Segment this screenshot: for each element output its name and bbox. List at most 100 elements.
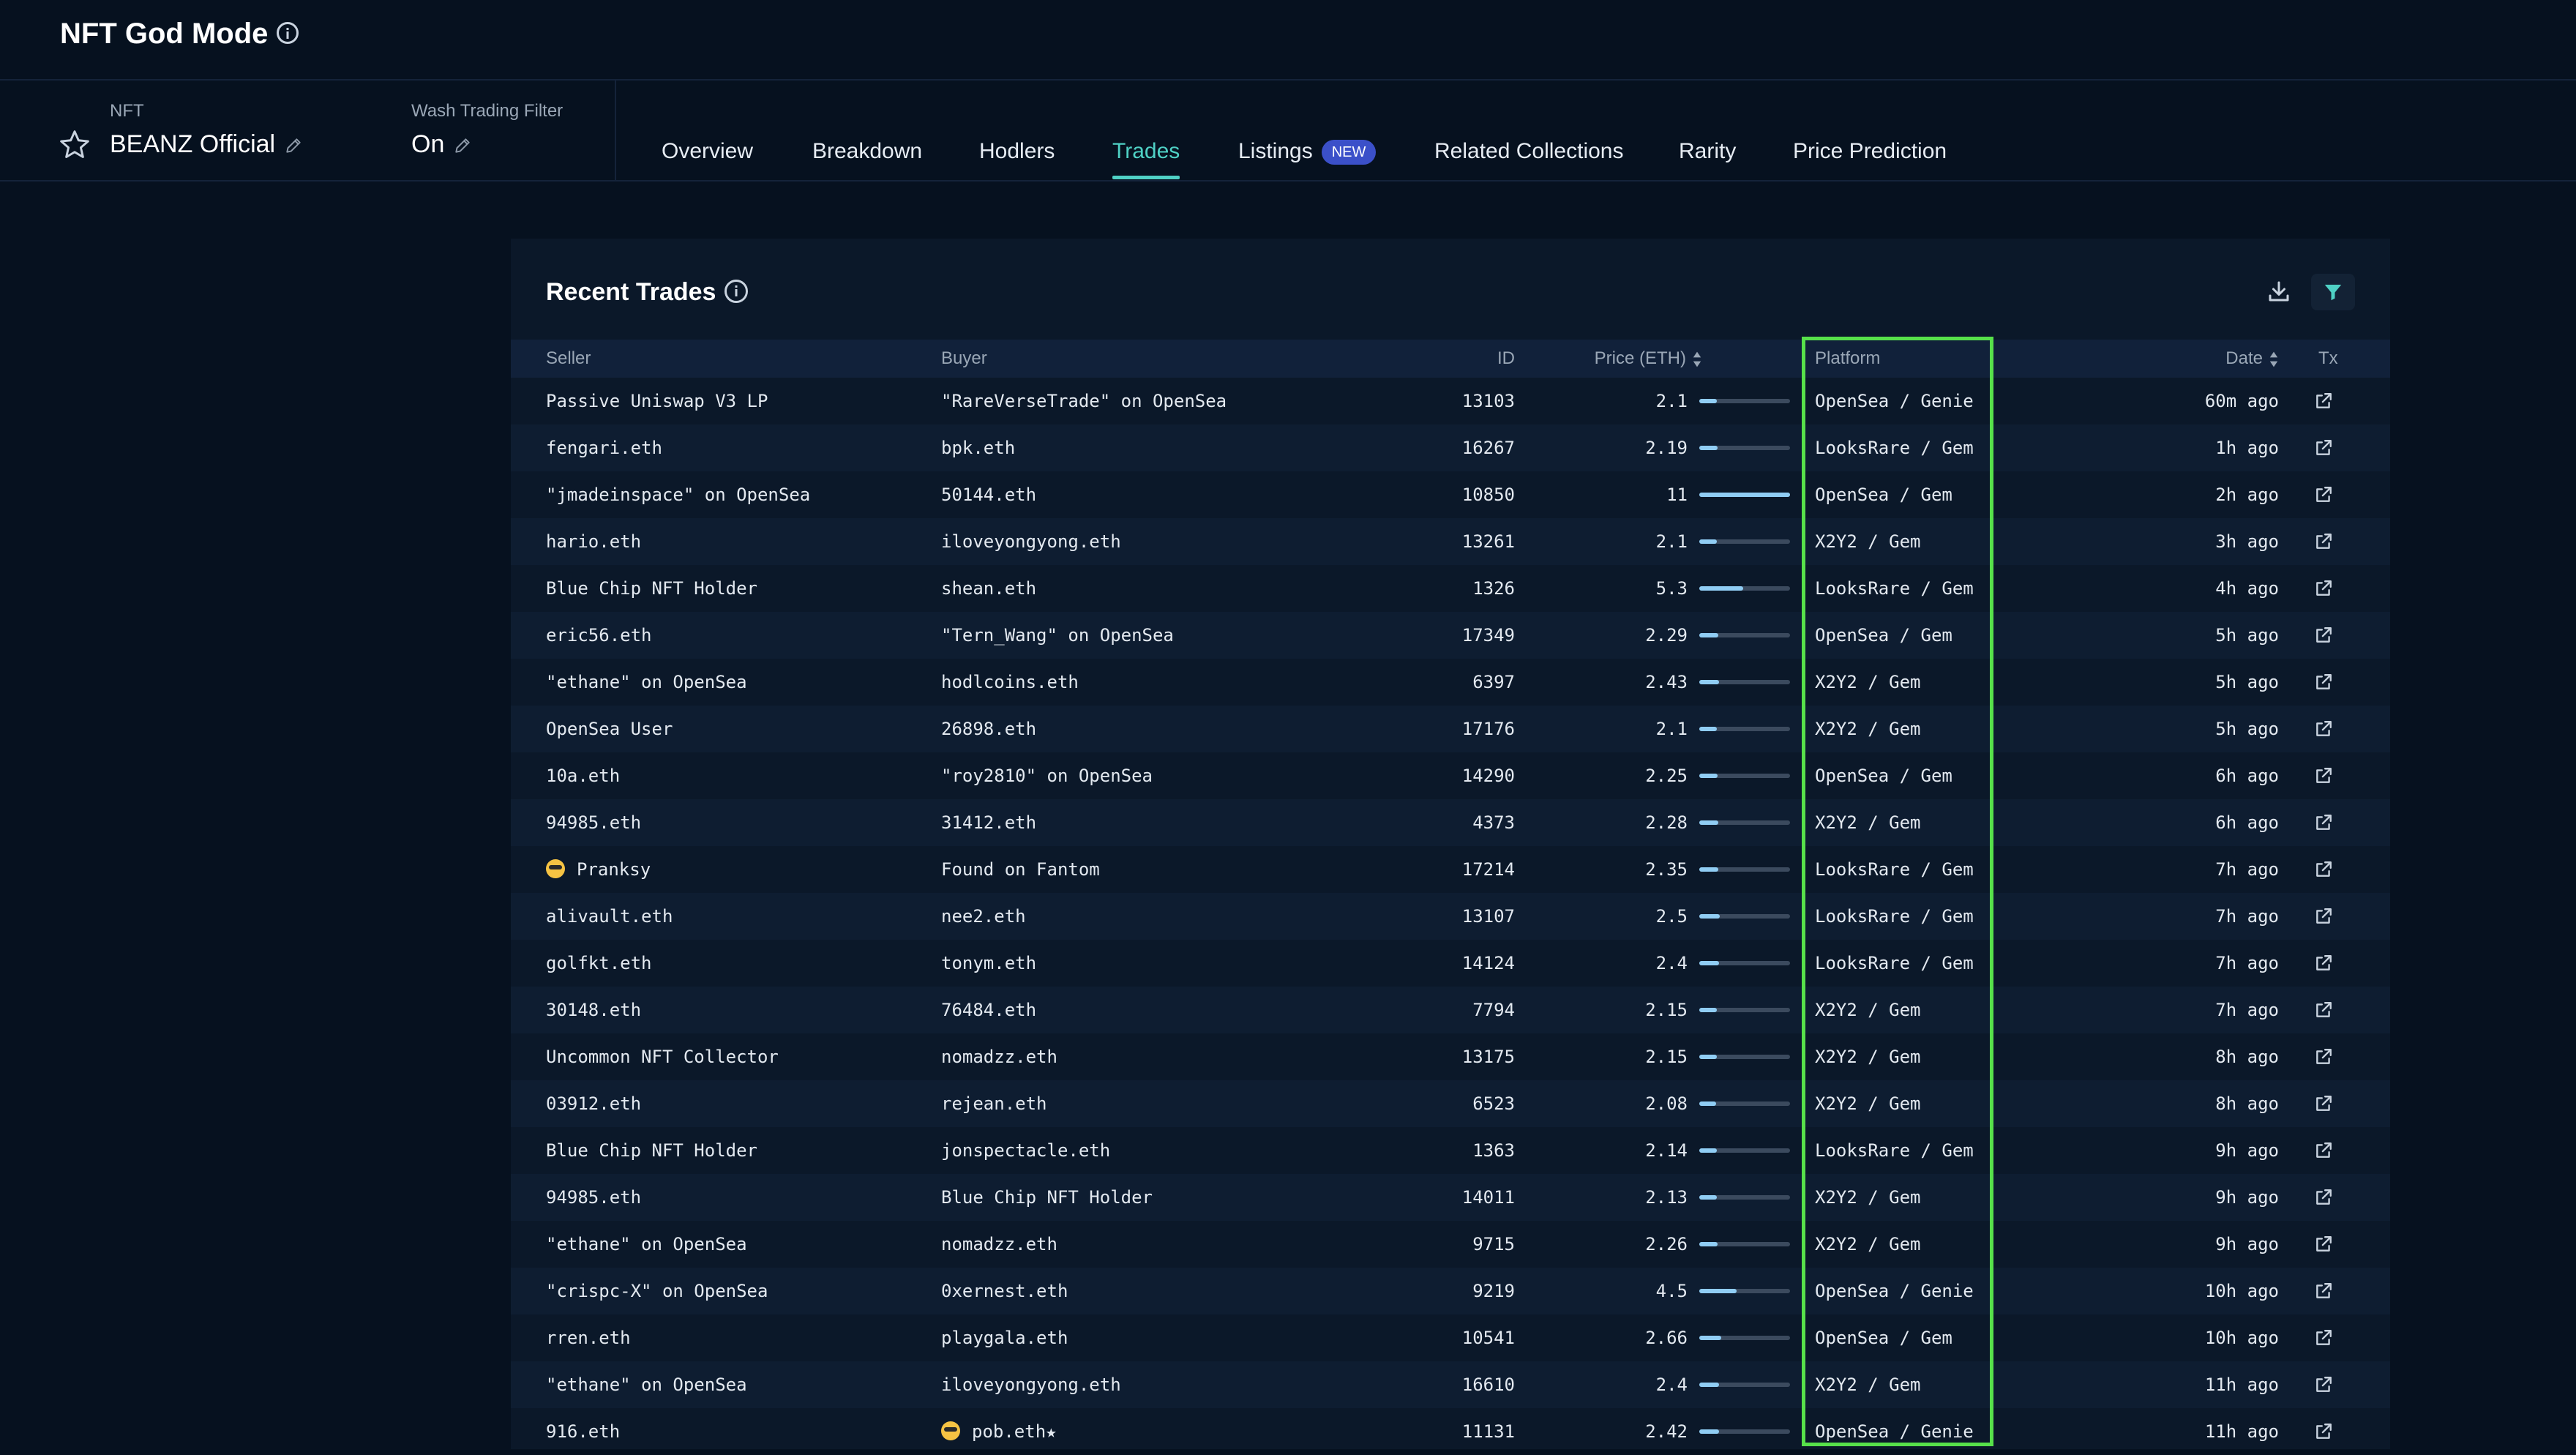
seller-cell[interactable]: OpenSea User bbox=[546, 706, 673, 752]
seller-cell[interactable]: Blue Chip NFT Holder bbox=[546, 1127, 757, 1174]
external-link-icon[interactable] bbox=[2314, 1422, 2333, 1441]
external-link-icon[interactable] bbox=[2314, 1188, 2333, 1207]
buyer-cell[interactable]: iloveyongyong.eth bbox=[941, 1361, 1121, 1408]
seller-cell[interactable]: 10a.eth bbox=[546, 752, 620, 799]
external-link-icon[interactable] bbox=[2314, 813, 2333, 832]
seller-cell[interactable]: "crispc-X" on OpenSea bbox=[546, 1268, 768, 1314]
seller-cell[interactable]: fengari.eth bbox=[546, 424, 662, 471]
token-id[interactable]: 17214 bbox=[1462, 846, 1515, 893]
seller-cell[interactable]: alivault.eth bbox=[546, 893, 673, 940]
seller-cell[interactable]: 94985.eth bbox=[546, 799, 641, 846]
external-link-icon[interactable] bbox=[2314, 860, 2333, 879]
buyer-cell[interactable]: "Tern_Wang" on OpenSea bbox=[941, 612, 1174, 659]
buyer-cell[interactable]: "RareVerseTrade" on OpenSea bbox=[941, 378, 1227, 424]
token-id[interactable]: 1363 bbox=[1472, 1127, 1515, 1174]
token-id[interactable]: 6523 bbox=[1472, 1080, 1515, 1127]
buyer-cell[interactable]: tonym.eth bbox=[941, 940, 1036, 987]
seller-cell[interactable]: eric56.eth bbox=[546, 612, 652, 659]
token-id[interactable]: 17349 bbox=[1462, 612, 1515, 659]
edit-pencil-icon[interactable] bbox=[453, 136, 472, 155]
buyer-cell[interactable]: rejean.eth bbox=[941, 1080, 1047, 1127]
external-link-icon[interactable] bbox=[2314, 579, 2333, 598]
tab-related-collections[interactable]: Related Collections bbox=[1434, 137, 1623, 166]
seller-cell[interactable]: rren.eth bbox=[546, 1314, 631, 1361]
token-id[interactable]: 17176 bbox=[1462, 706, 1515, 752]
tab-listings[interactable]: Listings NEW bbox=[1238, 137, 1377, 166]
token-id[interactable]: 1326 bbox=[1472, 565, 1515, 612]
buyer-cell[interactable]: pob.eth★ bbox=[941, 1408, 1057, 1455]
token-id[interactable]: 14011 bbox=[1462, 1174, 1515, 1221]
seller-cell[interactable]: Pranksy bbox=[546, 846, 651, 893]
external-link-icon[interactable] bbox=[2314, 673, 2333, 692]
buyer-cell[interactable]: hodlcoins.eth bbox=[941, 659, 1079, 706]
external-link-icon[interactable] bbox=[2314, 954, 2333, 973]
col-date-sort[interactable]: Date bbox=[2225, 340, 2279, 378]
external-link-icon[interactable] bbox=[2314, 485, 2333, 504]
filter-button[interactable] bbox=[2311, 274, 2355, 310]
external-link-icon[interactable] bbox=[2314, 392, 2333, 411]
token-id[interactable]: 6397 bbox=[1472, 659, 1515, 706]
token-id[interactable]: 14290 bbox=[1462, 752, 1515, 799]
external-link-icon[interactable] bbox=[2314, 626, 2333, 645]
token-id[interactable]: 7794 bbox=[1472, 987, 1515, 1033]
token-id[interactable]: 16267 bbox=[1462, 424, 1515, 471]
tab-overview[interactable]: Overview bbox=[662, 137, 753, 166]
buyer-cell[interactable]: 31412.eth bbox=[941, 799, 1036, 846]
external-link-icon[interactable] bbox=[2314, 1328, 2333, 1347]
wash-filter-toggle[interactable]: On bbox=[411, 130, 472, 159]
token-id[interactable]: 13175 bbox=[1462, 1033, 1515, 1080]
buyer-cell[interactable]: 50144.eth bbox=[941, 471, 1036, 518]
tab-breakdown[interactable]: Breakdown bbox=[812, 137, 922, 166]
buyer-cell[interactable]: jonspectacle.eth bbox=[941, 1127, 1110, 1174]
tab-price-prediction[interactable]: Price Prediction bbox=[1793, 137, 1947, 166]
buyer-cell[interactable]: bpk.eth bbox=[941, 424, 1015, 471]
seller-cell[interactable]: "ethane" on OpenSea bbox=[546, 1361, 747, 1408]
info-icon[interactable] bbox=[277, 22, 299, 45]
buyer-cell[interactable]: nomadzz.eth bbox=[941, 1033, 1057, 1080]
external-link-icon[interactable] bbox=[2314, 1000, 2333, 1020]
token-id[interactable]: 13107 bbox=[1462, 893, 1515, 940]
token-id[interactable]: 9219 bbox=[1472, 1268, 1515, 1314]
token-id[interactable]: 9715 bbox=[1472, 1221, 1515, 1268]
buyer-cell[interactable]: playgala.eth bbox=[941, 1314, 1068, 1361]
token-id[interactable]: 11131 bbox=[1462, 1408, 1515, 1455]
external-link-icon[interactable] bbox=[2314, 1235, 2333, 1254]
seller-cell[interactable]: "ethane" on OpenSea bbox=[546, 659, 747, 706]
info-icon[interactable] bbox=[724, 280, 749, 304]
external-link-icon[interactable] bbox=[2314, 438, 2333, 457]
tab-hodlers[interactable]: Hodlers bbox=[979, 137, 1055, 166]
token-id[interactable]: 4373 bbox=[1472, 799, 1515, 846]
external-link-icon[interactable] bbox=[2314, 532, 2333, 551]
edit-pencil-icon[interactable] bbox=[284, 136, 303, 155]
buyer-cell[interactable]: 76484.eth bbox=[941, 987, 1036, 1033]
token-id[interactable]: 16610 bbox=[1462, 1361, 1515, 1408]
buyer-cell[interactable]: iloveyongyong.eth bbox=[941, 518, 1121, 565]
external-link-icon[interactable] bbox=[2314, 1375, 2333, 1394]
seller-cell[interactable]: Uncommon NFT Collector bbox=[546, 1033, 779, 1080]
seller-cell[interactable]: hario.eth bbox=[546, 518, 641, 565]
seller-cell[interactable]: golfkt.eth bbox=[546, 940, 652, 987]
seller-cell[interactable]: Passive Uniswap V3 LP bbox=[546, 378, 768, 424]
buyer-cell[interactable]: shean.eth bbox=[941, 565, 1036, 612]
tab-rarity[interactable]: Rarity bbox=[1679, 137, 1736, 166]
token-id[interactable]: 14124 bbox=[1462, 940, 1515, 987]
token-id[interactable]: 10541 bbox=[1462, 1314, 1515, 1361]
buyer-cell[interactable]: Found on Fantom bbox=[941, 846, 1100, 893]
external-link-icon[interactable] bbox=[2314, 719, 2333, 738]
token-id[interactable]: 13103 bbox=[1462, 378, 1515, 424]
buyer-cell[interactable]: 26898.eth bbox=[941, 706, 1036, 752]
buyer-cell[interactable]: nomadzz.eth bbox=[941, 1221, 1057, 1268]
seller-cell[interactable]: "jmadeinspace" on OpenSea bbox=[546, 471, 810, 518]
token-id[interactable]: 10850 bbox=[1462, 471, 1515, 518]
seller-cell[interactable]: "ethane" on OpenSea bbox=[546, 1221, 747, 1268]
star-icon[interactable] bbox=[59, 129, 91, 161]
token-id[interactable]: 13261 bbox=[1462, 518, 1515, 565]
seller-cell[interactable]: Blue Chip NFT Holder bbox=[546, 565, 757, 612]
seller-cell[interactable]: 03912.eth bbox=[546, 1080, 641, 1127]
buyer-cell[interactable]: 0xernest.eth bbox=[941, 1268, 1068, 1314]
external-link-icon[interactable] bbox=[2314, 907, 2333, 926]
tab-trades[interactable]: Trades bbox=[1112, 137, 1180, 166]
external-link-icon[interactable] bbox=[2314, 1094, 2333, 1113]
external-link-icon[interactable] bbox=[2314, 1047, 2333, 1066]
nft-selector[interactable]: BEANZ Official bbox=[110, 130, 303, 159]
